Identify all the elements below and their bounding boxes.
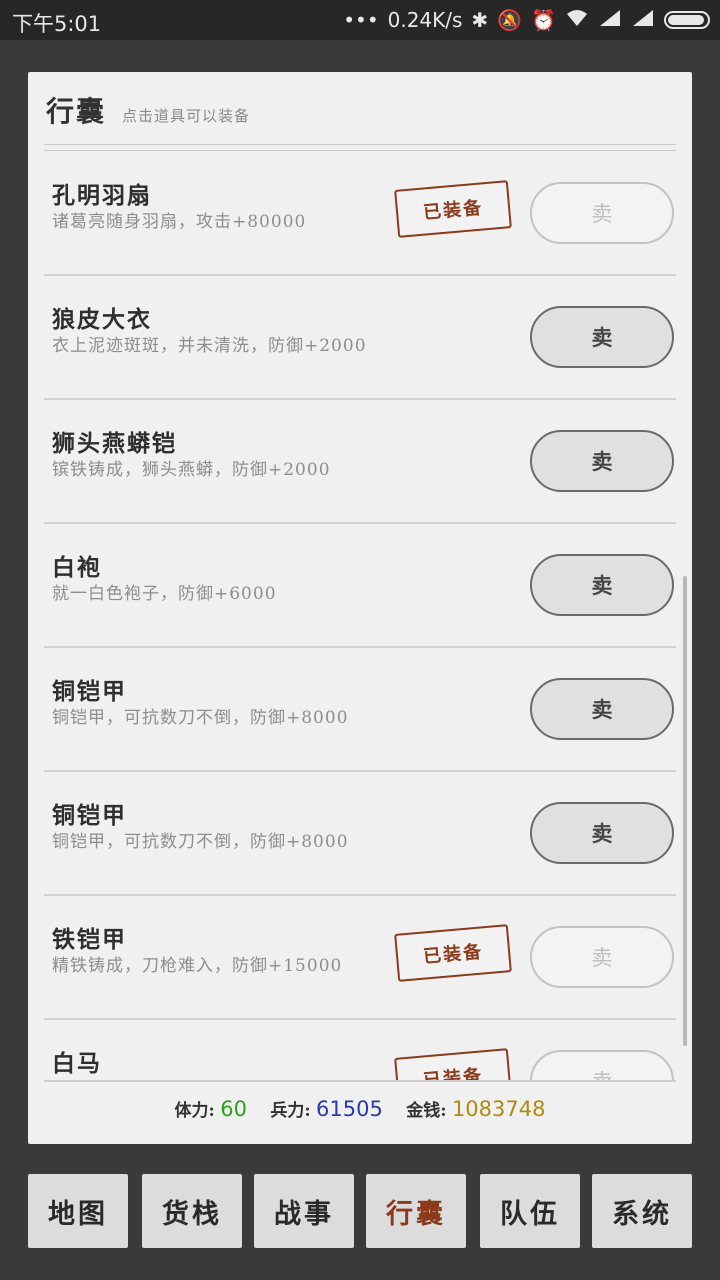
stats-bar: 体力: 60 兵力: 61505 金钱: 1083748 bbox=[28, 1096, 692, 1121]
wifi-icon bbox=[565, 6, 589, 34]
item-description: 就一白色袍子，防御+6000 bbox=[52, 584, 277, 604]
panel-hint: 点击道具可以装备 bbox=[122, 107, 251, 125]
panel-title: 行囊 bbox=[46, 95, 107, 128]
item-name: 铁铠甲 bbox=[52, 926, 127, 953]
stat-troops-label: 兵力: bbox=[270, 1101, 311, 1121]
nav-button[interactable]: 行囊 bbox=[366, 1174, 466, 1248]
inventory-item[interactable]: 白袍就一白色袍子，防御+6000 卖 bbox=[44, 524, 676, 648]
sell-button[interactable]: 卖 bbox=[530, 802, 674, 864]
item-description: 诸葛亮随身羽扇，攻击+80000 bbox=[52, 212, 307, 232]
item-description: 镔铁铸成，狮头燕蟒，防御+2000 bbox=[52, 460, 331, 480]
item-name: 孔明羽扇 bbox=[52, 182, 152, 209]
status-time: 下午5:01 bbox=[12, 12, 102, 36]
sell-button: 卖 bbox=[530, 926, 674, 988]
inventory-item[interactable]: 铁铠甲精铁铸成，刀枪难入，防御+15000 已装备卖 bbox=[44, 896, 676, 1020]
item-description: 精铁铸成，刀枪难入，防御+15000 bbox=[52, 956, 343, 976]
item-list[interactable]: 孔明羽扇 诸葛亮随身羽扇，攻击+80000 已装备卖狼皮大衣 衣上泥迹斑斑，并未清洗，… bbox=[44, 152, 676, 1080]
equipped-stamp: 已装备 bbox=[394, 924, 512, 982]
status-bar: 下午5:01 ••• 0.24K/s ✱ 🔕 ⏰ bbox=[0, 0, 720, 40]
nav-button[interactable]: 战事 bbox=[254, 1174, 354, 1248]
stat-stamina-label: 体力: bbox=[174, 1101, 215, 1121]
stat-gold-label: 金钱: bbox=[406, 1101, 447, 1121]
nav-button[interactable]: 系统 bbox=[592, 1174, 692, 1248]
inventory-item[interactable]: 孔明羽扇诸葛亮随身羽扇，攻击+80000 已装备卖 bbox=[44, 152, 676, 276]
bluetooth-icon: ✱ bbox=[471, 8, 489, 32]
stat-troops-value: 61505 bbox=[316, 1097, 383, 1121]
header-divider-2 bbox=[44, 150, 676, 151]
list-scrollbar[interactable] bbox=[683, 576, 687, 1046]
signal-icon bbox=[598, 6, 622, 34]
panel-header: 行囊 点击道具可以装备 bbox=[46, 90, 250, 130]
signal-icon-2 bbox=[631, 6, 655, 34]
sell-button: 卖 bbox=[530, 1050, 674, 1080]
header-divider bbox=[44, 144, 676, 145]
stat-stamina: 体力: 60 bbox=[174, 1097, 253, 1121]
inventory-item[interactable]: 铜铠甲铜铠甲，可抗数刀不倒，防御+8000 卖 bbox=[44, 648, 676, 772]
inventory-item[interactable]: 狮头燕蟒铠镔铁铸成，狮头燕蟒，防御+2000 卖 bbox=[44, 400, 676, 524]
item-name: 铜铠甲 bbox=[52, 678, 127, 705]
item-description: 衣上泥迹斑斑，并未清洗，防御+2000 bbox=[52, 336, 367, 356]
item-name: 狼皮大衣 bbox=[52, 306, 152, 333]
stat-gold: 金钱: 1083748 bbox=[406, 1097, 545, 1121]
stat-stamina-value: 60 bbox=[220, 1097, 247, 1121]
inventory-item[interactable]: 白马 已装备卖 bbox=[44, 1020, 676, 1080]
nav-button[interactable]: 地图 bbox=[28, 1174, 128, 1248]
sell-button[interactable]: 卖 bbox=[530, 430, 674, 492]
sell-button[interactable]: 卖 bbox=[530, 554, 674, 616]
more-dots-icon: ••• bbox=[343, 8, 379, 32]
inventory-item[interactable]: 铜铠甲铜铠甲，可抗数刀不倒，防御+8000 卖 bbox=[44, 772, 676, 896]
item-name: 白袍 bbox=[52, 554, 102, 581]
bottom-nav: 地图 货栈 战事 行囊 队伍 系统 bbox=[28, 1174, 692, 1248]
inventory-item[interactable]: 狼皮大衣衣上泥迹斑斑，并未清洗，防御+2000 卖 bbox=[44, 276, 676, 400]
sell-button: 卖 bbox=[530, 182, 674, 244]
item-description: 铜铠甲，可抗数刀不倒，防御+8000 bbox=[52, 708, 349, 728]
sell-button[interactable]: 卖 bbox=[530, 678, 674, 740]
nav-button[interactable]: 货栈 bbox=[142, 1174, 242, 1248]
inventory-panel: 行囊 点击道具可以装备 孔明羽扇 诸葛亮随身羽扇，攻击+80000 已装备卖狼皮大衣… bbox=[28, 72, 692, 1144]
stat-troops: 兵力: 61505 bbox=[270, 1097, 388, 1121]
equipped-stamp: 已装备 bbox=[394, 180, 512, 238]
stat-gold-value: 1083748 bbox=[451, 1097, 546, 1121]
mute-icon: 🔕 bbox=[497, 8, 523, 32]
item-description: 铜铠甲，可抗数刀不倒，防御+8000 bbox=[52, 832, 349, 852]
nav-button[interactable]: 队伍 bbox=[480, 1174, 580, 1248]
item-name: 铜铠甲 bbox=[52, 802, 127, 829]
stats-divider bbox=[44, 1080, 676, 1082]
item-name: 狮头燕蟒铠 bbox=[52, 430, 177, 457]
item-name: 白马 bbox=[52, 1050, 102, 1077]
net-speed: 0.24K/s bbox=[387, 8, 463, 32]
battery-icon bbox=[664, 11, 710, 29]
alarm-icon: ⏰ bbox=[531, 8, 556, 32]
sell-button[interactable]: 卖 bbox=[530, 306, 674, 368]
status-icons: ••• 0.24K/s ✱ 🔕 ⏰ bbox=[343, 6, 710, 34]
equipped-stamp: 已装备 bbox=[394, 1048, 512, 1080]
